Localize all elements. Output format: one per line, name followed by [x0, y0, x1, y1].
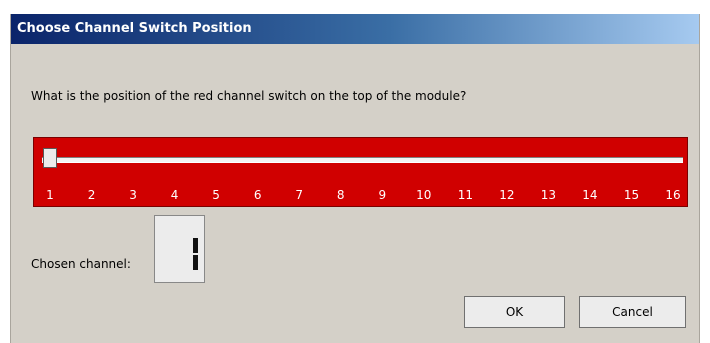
tick-label: 2: [87, 188, 96, 202]
question-text: What is the position of the red channel …: [31, 89, 467, 103]
ok-button[interactable]: OK: [464, 296, 565, 328]
channel-display: 1: [154, 215, 205, 283]
tick-label: 8: [336, 188, 345, 202]
channel-slider[interactable]: 1 2 3 4 5 6 7 8 9 10 11 12 13 14 15 16: [33, 137, 688, 207]
slider-track[interactable]: [42, 157, 683, 163]
tick-label: 7: [295, 188, 303, 202]
slider-thumb[interactable]: [43, 148, 57, 168]
tick-label: 1: [46, 188, 54, 202]
tick-label: 14: [582, 188, 598, 202]
tick-label: 4: [170, 188, 179, 202]
tick-label: 5: [212, 188, 220, 202]
tick-label: 12: [499, 188, 515, 202]
cancel-button[interactable]: Cancel: [579, 296, 686, 328]
tick-label: 11: [457, 188, 473, 202]
tick-label: 13: [540, 188, 557, 202]
tick-label: 16: [665, 188, 681, 202]
channel-dialog: Choose Channel Switch Position What is t…: [10, 14, 700, 343]
dialog-title: Choose Channel Switch Position: [11, 14, 699, 44]
tick-label: 10: [416, 188, 432, 202]
tick-label: 15: [623, 188, 640, 202]
channel-digit: 1: [193, 238, 199, 270]
tick-label: 9: [378, 188, 387, 202]
chosen-channel-label: Chosen channel:: [31, 257, 131, 271]
tick-label: 6: [253, 188, 262, 202]
tick-label: 3: [129, 188, 137, 202]
